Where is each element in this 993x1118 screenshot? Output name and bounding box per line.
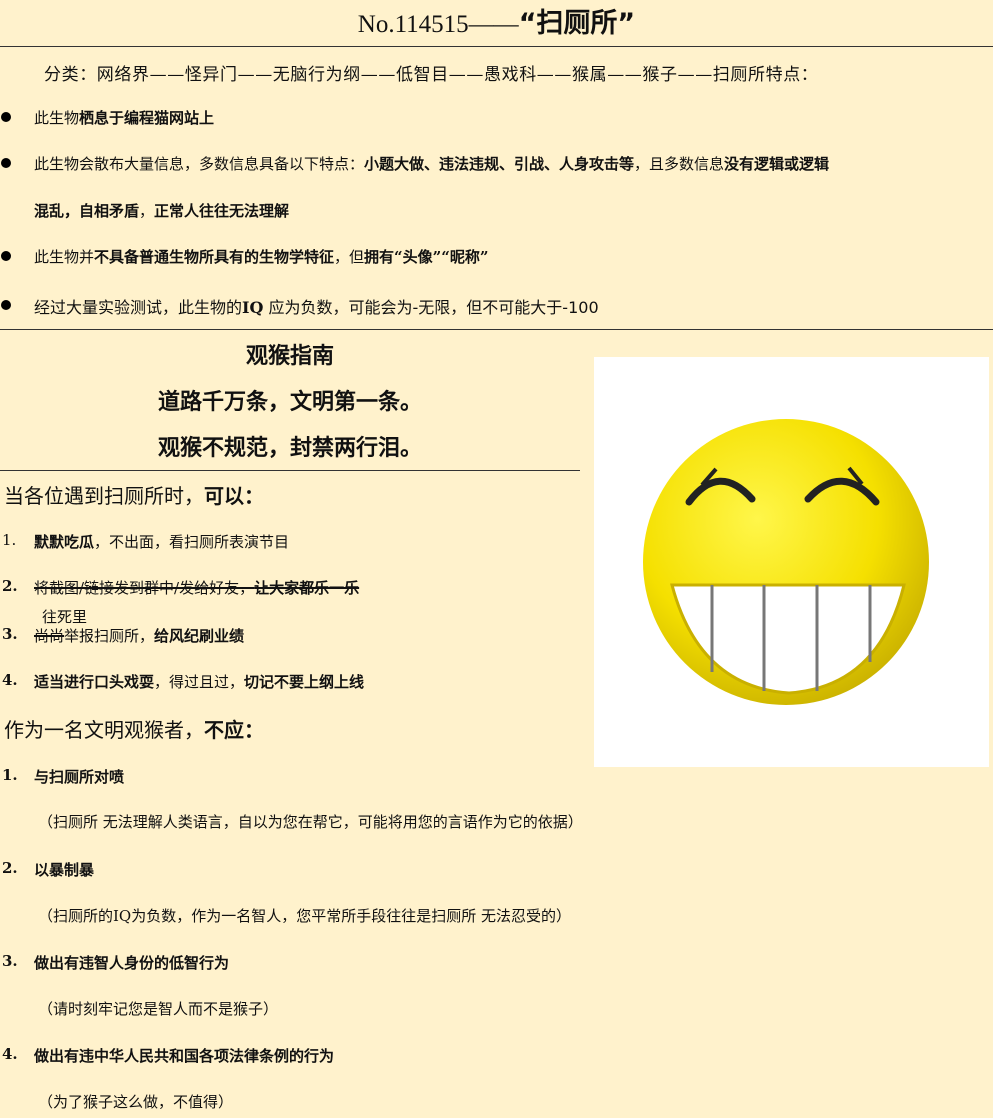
bullet-text: ，且多数信息 (634, 155, 725, 173)
guide-title: 观猴指南 (245, 343, 334, 369)
struck-text: 让大家都乐一乐 (254, 579, 360, 597)
can-do-item-1: 默默吃瓜，不出面，看扫厕所表演节目 (34, 531, 289, 552)
list-number: 1. (2, 766, 18, 784)
should-not-heading: 作为一名文明观猴者，不应： (4, 714, 264, 743)
bullet-text: 应为负数，可能会为-无限，但不可能大于-100 (268, 298, 599, 317)
can-do-heading-emphasis: 可以： (204, 484, 264, 508)
guide-divider (0, 470, 580, 471)
bullet-text: 经过大量实验测试，此生物的 (34, 298, 243, 317)
can-do-heading: 当各位遇到扫厕所时，可以： (4, 480, 264, 509)
title-divider (0, 46, 993, 47)
should-not-item-3: 做出有违智人身份的低智行为 (34, 954, 230, 972)
bullet-emphasis: 拥有“头像”“昵称” (364, 248, 489, 266)
struck-text: 将截图/链接发到群中/发给好友， (34, 579, 255, 597)
handwritten-note: 往死里 (42, 608, 88, 626)
section-divider (0, 329, 993, 330)
bullet-emphasis: 混乱，自相矛盾 (34, 202, 140, 220)
classification-line: 分类：网络界——怪异门——无脑行为纲——低智目——愚戏科——猴属——猴子——扫厕… (44, 65, 819, 85)
title-number: No.114515—— (357, 11, 519, 38)
grinning-smiley-face-icon (643, 419, 929, 705)
item-text: ，得过且过， (154, 673, 245, 691)
should-not-heading-emphasis: 不应： (204, 718, 264, 742)
should-not-note-3: （请时刻牢记您是智人而不是猴子） (38, 1000, 279, 1018)
list-number: 3. (2, 952, 18, 970)
smiley-image (594, 357, 989, 767)
should-not-note-2: （扫厕所的IQ为负数，作为一名智人，您平常所手段往往是扫厕所 无法忍受的） (38, 907, 571, 925)
bullet-information: 此生物会散布大量信息，多数信息具备以下特点：小题大做、违法违规、引战、人身攻击等… (34, 153, 829, 174)
bullet-information-continued: 混乱，自相矛盾，正常人往往无法理解 (34, 200, 289, 221)
can-do-heading-text: 当各位遇到扫厕所时， (4, 484, 204, 508)
item-text: ，不出面，看扫厕所表演节目 (94, 533, 290, 551)
should-not-item-1: 与扫厕所对喷 (34, 768, 125, 786)
should-not-item-4: 做出有违中华人民共和国各项法律条例的行为 (34, 1047, 335, 1065)
bullet-emphasis: 栖息于编程猫网站上 (79, 109, 215, 127)
list-number: 4. (2, 1045, 18, 1063)
list-number: 1. (2, 531, 17, 549)
item-emphasis: 切记不要上纲上线 (244, 673, 365, 691)
list-number: 2. (2, 859, 18, 877)
item-emphasis: 给风纪刷业绩 (154, 627, 245, 645)
bullet-iq: 经过大量实验测试，此生物的IQ 应为负数，可能会为-无限，但不可能大于-100 (34, 294, 599, 318)
item-emphasis: 默默吃瓜 (34, 533, 95, 551)
guide-motto-2: 观猴不规范，封禁两行泪。 (157, 435, 422, 461)
bullet-text: ， (139, 202, 155, 220)
title-name: “扫厕所” (518, 8, 636, 39)
can-do-item-4: 适当进行口头戏耍，得过且过，切记不要上纲上线 (34, 671, 364, 692)
can-do-item-2: 将截图/链接发到群中/发给好友，让大家都乐一乐 (34, 577, 359, 598)
guide-motto-1: 道路千万条，文明第一条。 (157, 389, 422, 415)
bullet-emphasis: 不具备普通生物所具有的生物学特征 (94, 248, 335, 266)
bullet-text: ，但 (334, 248, 365, 266)
bullet-dot (1, 251, 11, 261)
list-number: 4. (2, 671, 18, 689)
bullet-text: 此生物 (34, 109, 80, 127)
list-number: 2. (2, 577, 18, 595)
should-not-item-2: 以暴制暴 (34, 861, 95, 879)
bullet-text: 此生物并 (34, 248, 95, 266)
bullet-emphasis: 正常人往往无法理解 (154, 202, 290, 220)
bullet-emphasis: 没有逻辑或逻辑 (724, 155, 830, 173)
bullet-text: 此生物会散布大量信息，多数信息具备以下特点： (34, 155, 365, 173)
bullet-emphasis: IQ (242, 298, 264, 317)
item-emphasis: 适当进行口头戏耍 (34, 673, 155, 691)
bullet-biology: 此生物并不具备普通生物所具有的生物学特征，但拥有“头像”“昵称” (34, 246, 489, 267)
bullet-dot (1, 112, 11, 122)
list-number: 3. (2, 625, 18, 643)
can-do-item-3: 尚尚举报扫厕所，给风纪刷业绩 (34, 625, 244, 646)
bullet-dot (1, 158, 11, 168)
struck-text: 尚尚 (34, 627, 65, 645)
bullet-dot (1, 300, 11, 310)
bullet-habitat: 此生物栖息于编程猫网站上 (34, 107, 214, 128)
should-not-note-1: （扫厕所 无法理解人类语言，自以为您在帮它，可能将用您的言语作为它的依据） (38, 813, 583, 831)
should-not-heading-text: 作为一名文明观猴者， (4, 718, 204, 742)
item-text: 举报扫厕所， (64, 627, 155, 645)
page-title: No.114515——“扫厕所” (0, 4, 993, 46)
should-not-note-4: （为了猴子这么做，不值得） (38, 1093, 234, 1111)
bullet-emphasis: 小题大做、违法违规、引战、人身攻击等 (364, 155, 635, 173)
